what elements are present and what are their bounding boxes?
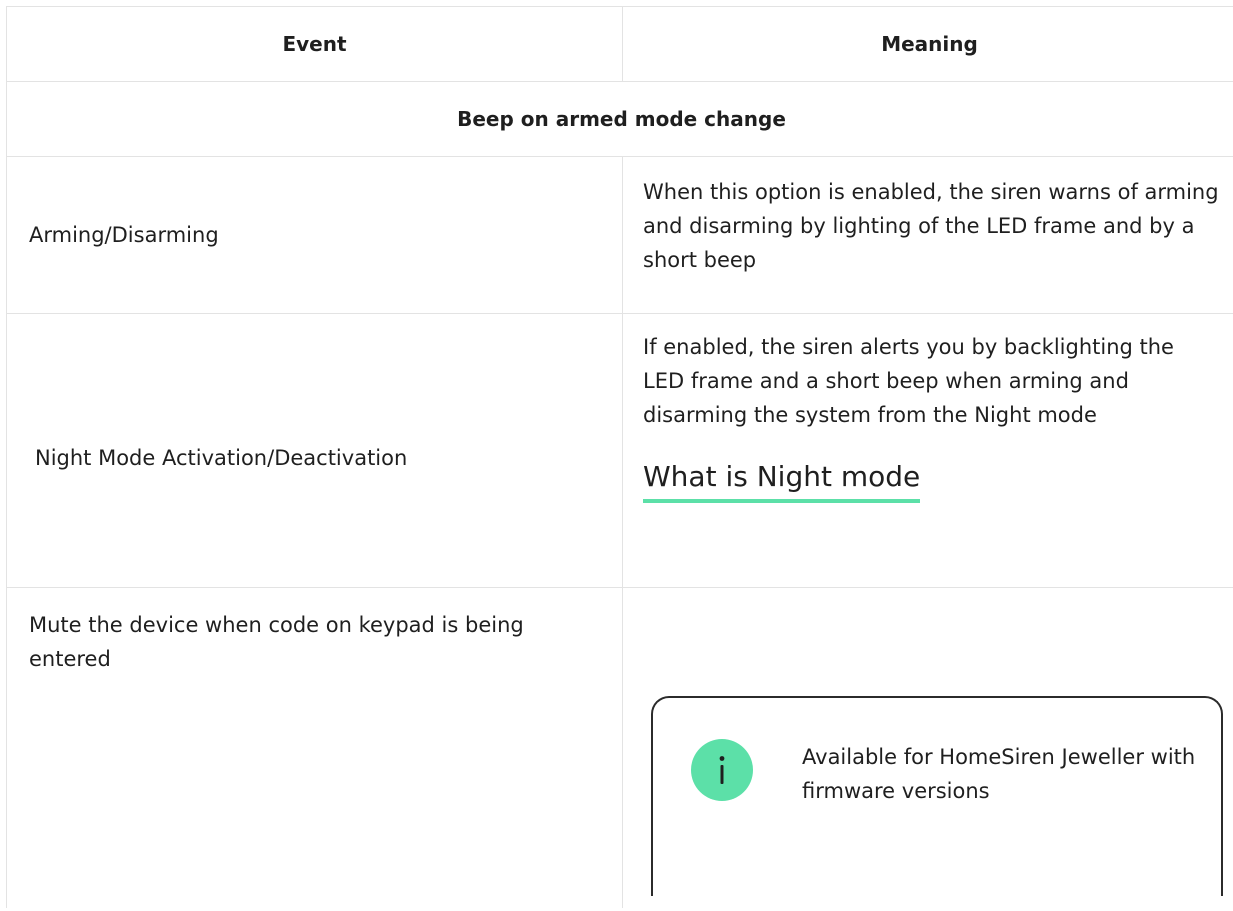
event-text: Arming/Disarming xyxy=(29,223,219,247)
meaning-text: When this option is enabled, the siren w… xyxy=(643,180,1219,272)
table-row: Night Mode Activation/Deactivation If en… xyxy=(7,314,1233,588)
event-text: Mute the device when code on keypad is b… xyxy=(29,613,524,671)
events-table: Event Meaning Beep on armed mode change … xyxy=(6,6,1233,908)
event-text: Night Mode Activation/Deactivation xyxy=(35,445,408,470)
header-meaning: Meaning xyxy=(623,7,1233,81)
table-row: Mute the device when code on keypad is b… xyxy=(7,588,1233,908)
table-row: Arming/Disarming When this option is ena… xyxy=(7,157,1233,314)
meaning-cell: If enabled, the siren alerts you by back… xyxy=(623,314,1233,587)
meaning-cell: When this option is enabled, the siren w… xyxy=(623,157,1233,313)
meaning-cell: Available for HomeSiren Jeweller with fi… xyxy=(623,588,1233,908)
meaning-text: If enabled, the siren alerts you by back… xyxy=(643,335,1174,427)
section-title: Beep on armed mode change xyxy=(7,82,1233,156)
event-cell: Mute the device when code on keypad is b… xyxy=(7,588,623,908)
table-header-row: Event Meaning xyxy=(7,7,1233,82)
section-row: Beep on armed mode change xyxy=(7,82,1233,157)
event-cell: Arming/Disarming xyxy=(7,157,623,313)
event-cell: Night Mode Activation/Deactivation xyxy=(7,314,623,587)
night-mode-link[interactable]: What is Night mode xyxy=(643,459,921,503)
info-icon xyxy=(691,739,753,801)
header-event: Event xyxy=(7,7,623,81)
info-callout: Available for HomeSiren Jeweller with fi… xyxy=(651,696,1223,896)
info-text: Available for HomeSiren Jeweller with fi… xyxy=(802,745,1196,803)
